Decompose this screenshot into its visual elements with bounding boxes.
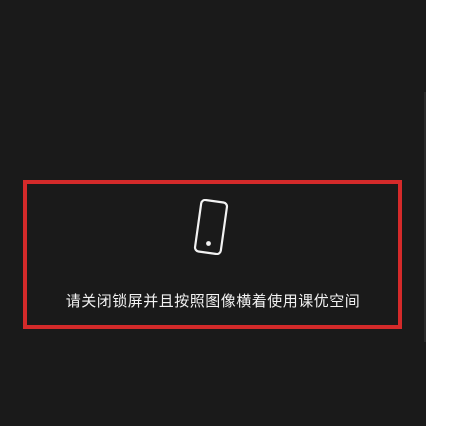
phone-icon xyxy=(193,199,229,255)
rotate-instruction-text: 请关闭锁屏并且按照图像横着使用课优空间 xyxy=(65,292,361,310)
rotate-device-screen: 请关闭锁屏并且按照图像横着使用课优空间 xyxy=(0,0,426,426)
